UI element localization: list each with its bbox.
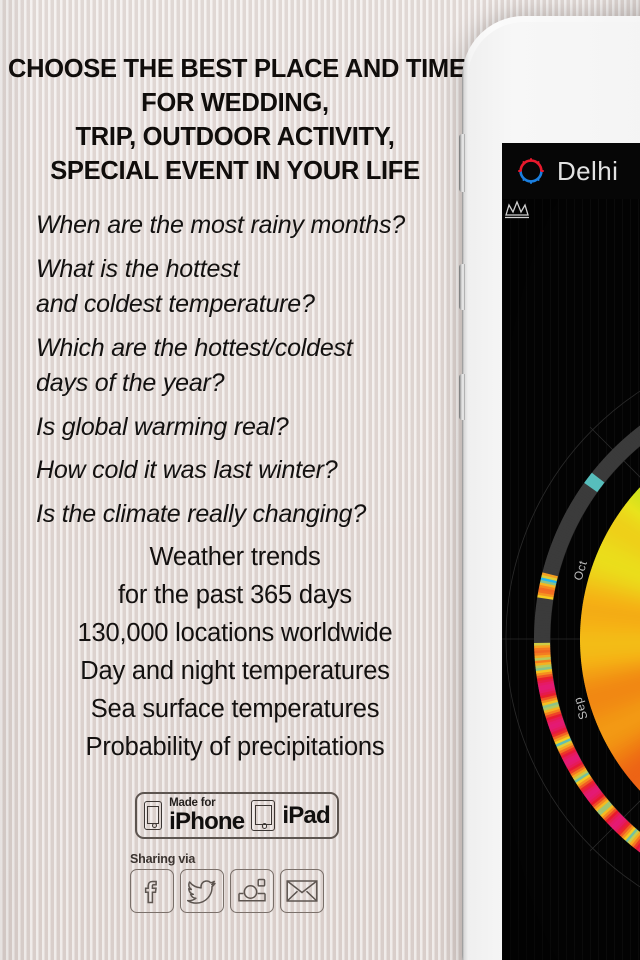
volume-down-button[interactable] [459,374,465,420]
volume-up-button[interactable] [459,264,465,310]
share-facebook-button[interactable] [130,869,174,913]
question-item: Is the climate really changing? [36,499,367,528]
share-instagram-button[interactable] [230,869,274,913]
share-email-button[interactable] [280,869,324,913]
page-title: CHOOSE THE BEST PLACE AND TIME FOR WEDDI… [8,52,466,188]
made-for-iphone-text: Made for iPhone [169,798,245,835]
headline-line-3: TRIP, OUTDOOR ACTIVITY, [75,123,395,151]
question-item: Which are the hottest/coldest [36,333,353,362]
promo-panel: CHOOSE THE BEST PLACE AND TIME FOR WEDDI… [0,0,470,960]
ipad-label: iPad [282,801,330,829]
facebook-icon [144,880,157,904]
feature-item: Sea surface temperatures [90,695,380,723]
iphone-label: iPhone [169,807,245,835]
question-item: What is the hottest [36,254,240,283]
promo-screenshot: CHOOSE THE BEST PLACE AND TIME FOR WEDDI… [0,0,640,960]
features-list: Weather trends for the past 365 days 130… [0,538,470,766]
instagram-icon [238,878,266,902]
phone-screen: Delhi [502,143,640,960]
question-item: Is global warming real? [36,412,289,441]
made-for-apple-badge: Made for iPhone iPad [135,792,339,839]
app-header: Delhi [502,143,640,199]
feature-item: Probability of precipitations [85,733,385,761]
sun-ring-logo-icon [518,158,544,184]
headline-line-1: CHOOSE THE BEST PLACE AND TIME [8,55,466,83]
question-item: When are the most rainy months? [36,211,405,239]
sharing-label: Sharing via [130,852,196,866]
headline-line-2: FOR WEDDING, [141,89,329,117]
twitter-icon [186,880,216,904]
email-icon [286,880,318,902]
feature-item: Weather trends [149,543,321,571]
questions-list: When are the most rainy months? What is … [36,208,456,532]
city-name[interactable]: Delhi [557,156,618,187]
feature-item: 130,000 locations worldwide [77,619,393,647]
ring-silent-switch[interactable] [459,134,465,192]
share-button-row [130,869,324,913]
feature-item: Day and night temperatures [80,657,390,685]
question-item-continued: and coldest temperature? [36,290,315,318]
radial-weather-chart[interactable]: NovOctSepAug t° [502,199,640,960]
sharing-section: Sharing via [130,852,324,913]
iphone-mockup: Delhi [459,16,640,960]
question-item: How cold it was last winter? [36,456,338,484]
crown-wave-icon[interactable] [502,199,540,219]
share-twitter-button[interactable] [180,869,224,913]
vignette [502,199,640,960]
ipad-device-icon [251,800,276,831]
question-item-continued: days of the year? [36,369,225,397]
radial-chart-svg: NovOctSepAug [502,199,640,960]
headline-line-4: SPECIAL EVENT IN YOUR LIFE [50,157,420,185]
iphone-device-icon [144,801,163,830]
feature-item: for the past 365 days [118,581,352,609]
